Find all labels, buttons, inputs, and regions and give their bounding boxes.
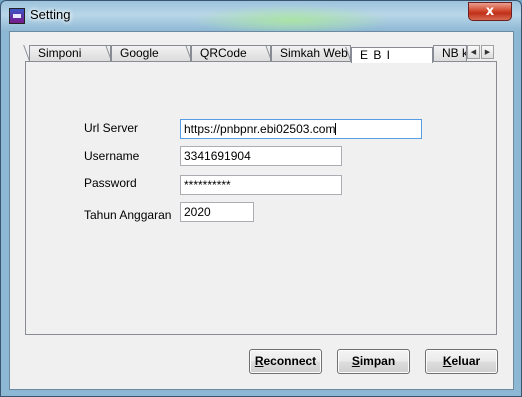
window-title: Setting [30, 7, 71, 22]
setting-window: Setting x Simponi Google Drive QRCode Si… [0, 0, 522, 397]
url-server-input[interactable]: https://pnbpnr.ebi02503.com [180, 119, 422, 139]
app-icon [9, 8, 25, 24]
tab-scroll-left-button[interactable]: ◀ [467, 45, 480, 59]
tab-simponi[interactable]: Simponi [29, 45, 111, 61]
text-caret [335, 123, 337, 135]
arrow-left-icon: ◀ [470, 48, 477, 56]
close-icon: x [485, 4, 495, 19]
tahun-anggaran-label: Tahun Anggaran [84, 208, 172, 222]
tab-simkah-web[interactable]: Simkah Web [271, 45, 351, 61]
tab-google-drive[interactable]: Google Drive [111, 45, 191, 75]
title-bar[interactable]: Setting x [1, 1, 521, 35]
simpan-button[interactable]: Simpan [337, 349, 410, 374]
tab-ebi[interactable]: E B I [351, 47, 433, 63]
password-label: Password [84, 176, 137, 190]
tab-qrcode[interactable]: QRCode [191, 45, 271, 61]
username-label: Username [84, 149, 140, 163]
tab-scroll-right-button[interactable]: ▶ [481, 45, 494, 59]
keluar-button[interactable]: Keluar [425, 349, 498, 374]
close-button[interactable]: x [468, 2, 512, 21]
simpan-mnemonic: S [351, 354, 360, 368]
tahun-anggaran-input[interactable]: 2020 [180, 202, 254, 222]
reconnect-button[interactable]: Reconnect [249, 349, 322, 374]
arrow-right-icon: ▶ [484, 48, 491, 56]
ebi-tab-panel [25, 61, 497, 335]
password-input[interactable]: ********** [180, 175, 342, 195]
url-server-value: https://pnbpnr.ebi02503.com [184, 122, 336, 136]
reconnect-label: econnect [263, 354, 317, 368]
app-icon-mark [13, 14, 21, 18]
tab-nb[interactable]: NB k [433, 45, 467, 61]
username-input[interactable]: 3341691904 [180, 146, 342, 166]
simpan-label: impan [359, 354, 396, 368]
url-server-label: Url Server [84, 121, 139, 135]
keluar-label: eluar [451, 354, 481, 368]
